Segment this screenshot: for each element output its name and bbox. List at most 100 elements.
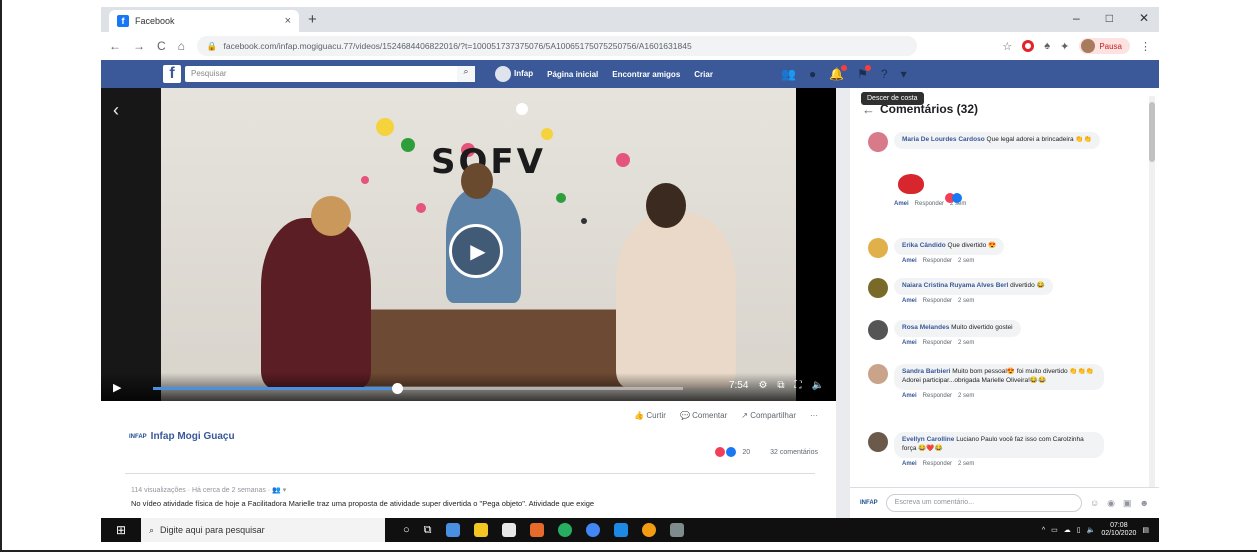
star-icon[interactable]: ☆ bbox=[1002, 40, 1012, 53]
emoji-icon[interactable]: ☺ bbox=[1090, 498, 1099, 508]
comment-time: 2 sem bbox=[958, 460, 975, 467]
reply-link[interactable]: Responder bbox=[923, 393, 952, 399]
messenger-icon[interactable]: ● bbox=[809, 67, 816, 81]
comments-count[interactable]: 32 comentários bbox=[770, 449, 818, 456]
app-icon[interactable] bbox=[669, 523, 684, 537]
comment-button[interactable]: 💬 Comentar bbox=[680, 411, 727, 420]
play-small-icon[interactable]: ▶ bbox=[113, 381, 121, 394]
menu-dots-icon[interactable]: ⋮ bbox=[1140, 40, 1151, 53]
pip-icon[interactable]: ⧉ bbox=[777, 380, 784, 391]
comments-scrollbar[interactable] bbox=[1149, 96, 1155, 496]
video-progress-bar[interactable] bbox=[153, 383, 683, 394]
puzzle-icon[interactable]: ✦ bbox=[1060, 40, 1069, 53]
whatsapp-icon[interactable] bbox=[557, 523, 572, 537]
app-icon[interactable] bbox=[641, 523, 656, 537]
comment-text: Que legal adorei a brincadeira 👏👏 bbox=[986, 136, 1092, 143]
forward-arrow-icon[interactable]: → bbox=[133, 39, 145, 53]
battery-icon[interactable]: ▯ bbox=[1077, 526, 1081, 534]
app-icon[interactable] bbox=[613, 523, 628, 537]
more-options-icon[interactable]: ··· bbox=[810, 411, 818, 420]
fullscreen-icon[interactable]: ⛶ bbox=[795, 380, 802, 391]
video-player[interactable]: SOFV ‹ ▶ ▶ 7:54 ⚙ ⧉ ⛶ 🔈 bbox=[101, 88, 836, 401]
comment-time: 2 sem bbox=[958, 392, 975, 399]
page-name-link[interactable]: INFAP Infap Mogi Guaçu bbox=[129, 431, 235, 442]
comment-author[interactable]: Sandra Barbieri bbox=[902, 368, 950, 375]
reload-icon[interactable]: C bbox=[157, 39, 166, 53]
speaker-icon[interactable]: 🔈 bbox=[1087, 526, 1096, 534]
like-link[interactable]: Amei bbox=[902, 393, 917, 399]
like-link[interactable]: Amei bbox=[902, 461, 917, 467]
maximize-button[interactable]: □ bbox=[1106, 11, 1113, 25]
play-icon[interactable]: ▶ bbox=[449, 224, 503, 278]
file-explorer-icon[interactable] bbox=[473, 523, 488, 537]
reply-link[interactable]: Responder bbox=[923, 461, 952, 467]
notifications-icon[interactable]: 🔔 bbox=[829, 65, 848, 81]
comment-author[interactable]: Rosa Melandes bbox=[902, 324, 949, 331]
comment-author[interactable]: Erika Cândido bbox=[902, 242, 946, 249]
task-view-icon[interactable]: ⧉ bbox=[424, 524, 432, 537]
gif-icon[interactable]: ▣ bbox=[1123, 498, 1132, 509]
reaction-badge[interactable] bbox=[945, 193, 962, 203]
volume-icon[interactable]: 🔈 bbox=[812, 380, 824, 391]
search-icon[interactable]: ⌕ bbox=[457, 66, 475, 82]
like-link[interactable]: Amei bbox=[902, 258, 917, 264]
settings-gear-icon[interactable]: ⚙ bbox=[758, 380, 767, 391]
network-icon[interactable]: ▭ bbox=[1051, 526, 1058, 534]
reply-link[interactable]: Responder bbox=[915, 201, 944, 207]
page-icon[interactable]: ⚑ bbox=[857, 65, 871, 81]
nav-home-link[interactable]: Página inicial bbox=[547, 70, 598, 79]
chrome-icon[interactable] bbox=[585, 523, 600, 537]
new-tab-button[interactable]: + bbox=[308, 11, 317, 28]
sticker-heart-icon bbox=[894, 166, 928, 198]
notification-center-icon[interactable]: ▤ bbox=[1142, 526, 1149, 534]
firefox-icon[interactable] bbox=[529, 523, 544, 537]
profile-link[interactable]: Infap bbox=[495, 66, 533, 82]
account-menu-icon[interactable]: ▾ bbox=[901, 67, 907, 81]
tray-chevron-icon[interactable]: ^ bbox=[1042, 527, 1045, 534]
close-window-button[interactable]: ✕ bbox=[1139, 11, 1149, 25]
share-button[interactable]: ↗ Compartilhar bbox=[741, 411, 796, 420]
taskbar-clock[interactable]: 07:08 02/10/2020 bbox=[1101, 522, 1136, 539]
profile-button[interactable]: Pausa bbox=[1079, 38, 1130, 54]
reactions-summary[interactable]: 20 32 comentários bbox=[715, 447, 818, 457]
opera-extension-icon[interactable] bbox=[1022, 40, 1035, 52]
cloud-icon[interactable]: ☁ bbox=[1064, 526, 1071, 534]
comment-bubble: Maria De Lourdes Cardoso Que legal adore… bbox=[894, 132, 1100, 149]
address-bar[interactable]: 🔒 facebook.com/infap.mogiguacu.77/videos… bbox=[196, 36, 917, 56]
video-progress-knob[interactable] bbox=[391, 383, 403, 394]
edge-icon[interactable] bbox=[445, 523, 460, 537]
camera-icon[interactable]: ◉ bbox=[1107, 498, 1115, 509]
nav-find-friends-link[interactable]: Encontrar amigos bbox=[612, 70, 680, 79]
video-time: 7:54 bbox=[728, 380, 749, 391]
comment-author[interactable]: Naiara Cristina Ruyama Alves Berl bbox=[902, 282, 1008, 289]
comment-author[interactable]: Maria De Lourdes Cardoso bbox=[902, 136, 985, 143]
extension-icon[interactable]: ♠ bbox=[1044, 40, 1050, 52]
facebook-search-input[interactable]: Pesquisar bbox=[185, 66, 475, 82]
store-icon[interactable] bbox=[501, 523, 516, 537]
help-icon[interactable]: ? bbox=[881, 67, 888, 81]
reply-link[interactable]: Responder bbox=[923, 258, 952, 264]
like-button[interactable]: 👍 Curtir bbox=[634, 411, 666, 420]
windows-start-icon[interactable]: ⊞ bbox=[101, 523, 141, 537]
like-link[interactable]: Amei bbox=[902, 298, 917, 304]
tab-close-icon[interactable]: × bbox=[285, 15, 291, 27]
tab-facebook[interactable]: f Facebook × bbox=[109, 10, 299, 32]
scrollbar-thumb[interactable] bbox=[1149, 102, 1155, 162]
facebook-logo-icon[interactable]: f bbox=[163, 65, 181, 83]
back-arrow-icon[interactable]: ← bbox=[109, 39, 121, 53]
home-icon[interactable]: ⌂ bbox=[178, 39, 185, 53]
like-link[interactable]: Amei bbox=[902, 340, 917, 346]
comment-author[interactable]: Evellyn Carolline bbox=[902, 436, 954, 443]
reply-link[interactable]: Responder bbox=[923, 298, 952, 304]
nav-create-link[interactable]: Criar bbox=[694, 70, 713, 79]
taskbar-search[interactable]: ⌕ Digite aqui para pesquisar bbox=[141, 518, 385, 542]
comment-input[interactable]: Escreva um comentário... bbox=[885, 494, 1082, 512]
reply-link[interactable]: Responder bbox=[923, 340, 952, 346]
video-back-icon[interactable]: ‹ bbox=[113, 100, 119, 121]
minimize-button[interactable]: – bbox=[1073, 11, 1080, 25]
like-link[interactable]: Amei bbox=[894, 201, 909, 207]
sticker-icon[interactable]: ☻ bbox=[1140, 498, 1149, 508]
cortana-icon[interactable]: ○ bbox=[403, 524, 410, 536]
wall-dot bbox=[416, 203, 426, 213]
friend-requests-icon[interactable]: 👥 bbox=[781, 67, 796, 81]
